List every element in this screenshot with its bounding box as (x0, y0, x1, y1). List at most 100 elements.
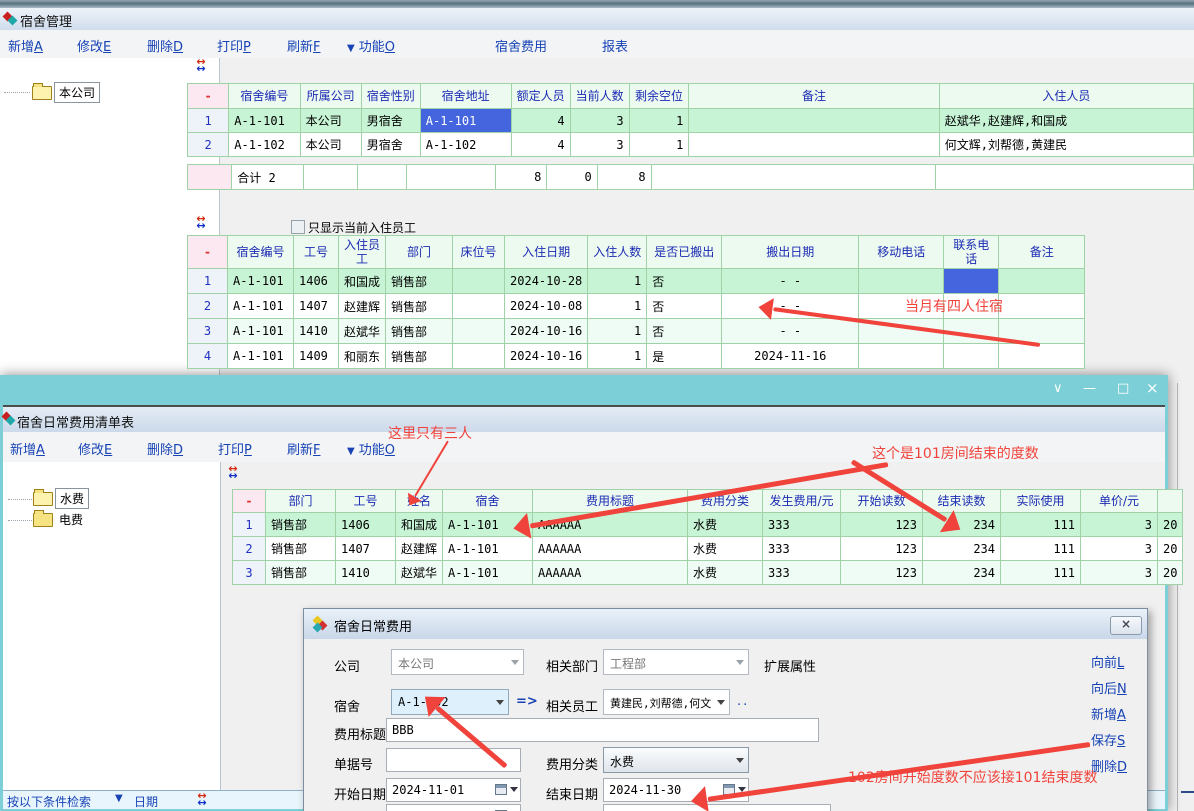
search-condition-label[interactable]: 按以下条件检索 (7, 793, 91, 810)
column-header[interactable]: 实际使用 (1001, 490, 1081, 513)
column-header[interactable]: 入住人员 (939, 84, 1193, 109)
cell[interactable]: 8 (597, 165, 651, 190)
cell[interactable]: 234 (923, 561, 1001, 585)
column-header[interactable]: 工号 (294, 236, 339, 269)
cell[interactable]: 1 (629, 109, 689, 133)
cell[interactable]: 1410 (294, 319, 339, 344)
staff-select[interactable]: 黄建民,刘帮德,何文辉 (603, 689, 730, 715)
calendar-icon[interactable] (495, 784, 507, 795)
toolbar-item[interactable]: 修改E (77, 36, 111, 55)
dialog-link[interactable]: 向前L (1091, 652, 1124, 671)
cell[interactable]: 和国成 (396, 513, 443, 537)
cell[interactable]: 本公司 (300, 109, 361, 133)
toolbar-item[interactable]: 新增A (8, 36, 43, 55)
row-number-cell[interactable]: 2 (188, 133, 229, 157)
cell[interactable]: 1407 (294, 294, 339, 319)
cell[interactable]: 否 (647, 269, 722, 294)
cell[interactable] (999, 344, 1085, 369)
tree-item-water-fee[interactable]: 水费 (55, 488, 89, 509)
cell[interactable]: A-1-101 (228, 269, 294, 294)
cell[interactable]: 2024-10-16 (505, 319, 588, 344)
cell[interactable] (453, 344, 505, 369)
cell[interactable] (651, 165, 936, 190)
cell[interactable] (407, 165, 496, 190)
cell[interactable] (689, 133, 939, 157)
row-number-cell[interactable]: 1 (188, 109, 229, 133)
column-header[interactable]: 单价/元 (1081, 490, 1158, 513)
cell[interactable]: 1 (588, 269, 647, 294)
cell[interactable]: 销售部 (386, 294, 453, 319)
column-header[interactable]: 搬出日期 (722, 236, 859, 269)
cell[interactable] (453, 269, 505, 294)
dialog-link[interactable]: 向后N (1091, 678, 1127, 697)
cell[interactable]: 本公司 (300, 133, 361, 157)
cell[interactable]: AAAAAA (533, 561, 688, 585)
row-number-cell[interactable]: 4 (188, 344, 228, 369)
cell[interactable]: A-1-101 (228, 319, 294, 344)
cell[interactable]: 3 (1081, 513, 1158, 537)
cell[interactable]: A-1-101 (228, 344, 294, 369)
cell[interactable]: - - (722, 294, 859, 319)
close-icon[interactable]: × (1146, 379, 1159, 397)
cell[interactable]: 234 (923, 537, 1001, 561)
row-number-cell[interactable]: 2 (233, 537, 266, 561)
column-header[interactable]: 入住日期 (505, 236, 588, 269)
cell[interactable] (944, 344, 999, 369)
cell[interactable]: 1409 (294, 344, 339, 369)
tree-item-electric-fee[interactable]: 电费 (55, 510, 87, 529)
company-select[interactable]: 本公司 (391, 649, 524, 675)
toolbar-item[interactable]: 修改E (78, 439, 112, 458)
column-header[interactable]: 入住员工 (339, 236, 386, 269)
cell[interactable]: 销售部 (266, 537, 336, 561)
cell[interactable]: 3 (1081, 537, 1158, 561)
cell[interactable]: 赵斌华,赵建辉,和国成 (939, 109, 1193, 133)
chevron-down-icon[interactable]: ∨ (1053, 381, 1063, 396)
cell[interactable]: 3 (570, 133, 629, 157)
toolbar-item[interactable]: 打印P (218, 439, 252, 458)
cell[interactable]: 2024-10-16 (505, 344, 588, 369)
cell[interactable]: A-1-102 (420, 133, 511, 157)
cell[interactable]: 1 (588, 344, 647, 369)
occur-date-input[interactable]: 2024-12-10 (386, 804, 521, 811)
cell[interactable]: 赵建辉 (396, 537, 443, 561)
cell[interactable]: 2024-10-28 (505, 269, 588, 294)
start-reading-input[interactable]: 234 (603, 804, 831, 811)
cell[interactable]: 111 (1001, 537, 1081, 561)
cell[interactable] (453, 319, 505, 344)
column-header[interactable]: 额定人员 (511, 84, 570, 109)
dialog-link[interactable]: 新增A (1091, 704, 1126, 723)
cell[interactable] (944, 269, 999, 294)
column-header[interactable]: 部门 (266, 490, 336, 513)
cell[interactable]: 销售部 (386, 269, 453, 294)
toolbar-item[interactable]: 刷新F (287, 439, 321, 458)
cell[interactable]: 否 (647, 319, 722, 344)
cell[interactable]: AAAAAA (533, 513, 688, 537)
toolbar-item[interactable]: 打印P (217, 36, 251, 55)
column-header[interactable]: 备注 (689, 84, 939, 109)
cell[interactable]: 111 (1001, 561, 1081, 585)
cell[interactable]: 1410 (336, 561, 396, 585)
minimize-icon[interactable]: — (1083, 381, 1096, 396)
column-header[interactable]: 部门 (386, 236, 453, 269)
cell[interactable] (358, 165, 407, 190)
column-header[interactable]: 宿舍 (443, 490, 533, 513)
cell[interactable]: 何文辉,刘帮德,黄建民 (939, 133, 1193, 157)
fee-type-select[interactable]: 水费 (603, 747, 749, 773)
cell[interactable] (453, 294, 505, 319)
column-header[interactable] (1158, 490, 1183, 513)
cell[interactable] (999, 269, 1085, 294)
cell[interactable]: A-1-101 (443, 561, 533, 585)
cell[interactable]: 2024-11-16 (722, 344, 859, 369)
cell[interactable]: 和丽东 (339, 344, 386, 369)
cell[interactable]: A-1-102 (229, 133, 300, 157)
cell[interactable]: A-1-101 (228, 294, 294, 319)
toolbar-item[interactable]: ▼功能O (347, 36, 395, 55)
swap-icon[interactable]: ↔ ↔ (192, 58, 210, 72)
cell[interactable]: 1 (629, 133, 689, 157)
cell[interactable]: 20 (1158, 537, 1183, 561)
column-header[interactable]: 宿舍编号 (228, 236, 294, 269)
column-header[interactable]: - (188, 84, 229, 109)
start-date-input[interactable]: 2024-11-01 (386, 778, 521, 802)
dorm-select[interactable]: A-1-102 (391, 689, 509, 715)
toolbar-item[interactable]: 删除D (147, 36, 183, 55)
